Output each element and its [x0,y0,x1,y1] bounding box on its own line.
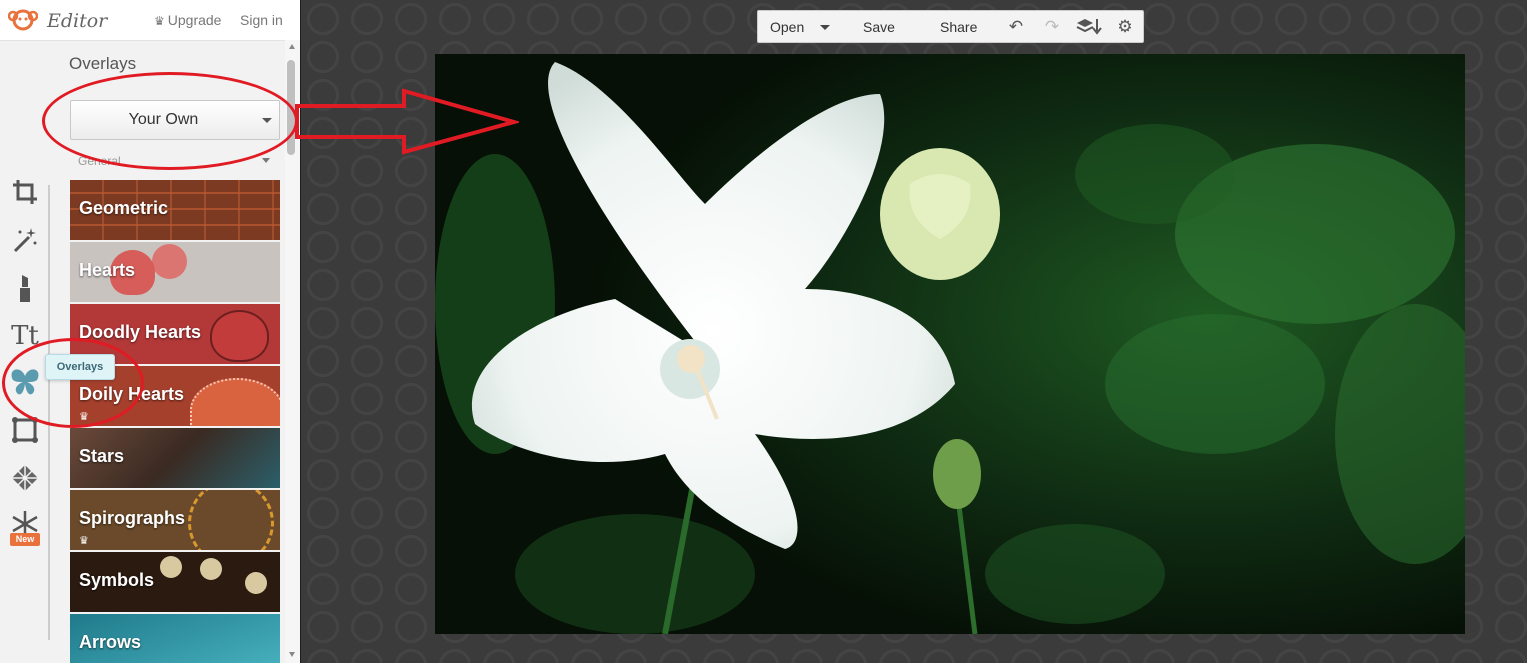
heart-shape [210,310,269,362]
top-bar: Editor ♛ Upgrade Sign in [0,0,300,41]
photo-canvas[interactable] [435,54,1465,634]
overlay-item[interactable]: Hearts [70,242,280,302]
effects-wand-icon[interactable] [9,224,41,256]
flower-photo [435,54,1465,634]
heart-shape [152,244,187,279]
typewriter-key-shape [245,572,267,594]
overlay-item[interactable]: Spirographs ♛ [70,490,280,550]
premium-crown-icon: ♛ [79,535,89,547]
redo-icon[interactable]: ↷ [1042,17,1062,37]
overlay-item-label: Geometric [79,198,169,218]
overlay-item-label: Arrows [79,632,142,652]
brand-title: Editor [47,10,108,32]
new-badge: New [10,533,40,546]
overlay-item[interactable]: Geometric [70,180,280,240]
overlay-item[interactable]: Arrows [70,614,280,663]
upgrade-link[interactable]: ♛ Upgrade [154,12,221,28]
overlay-item-label: Symbols [79,570,155,590]
highlight-circle [2,338,144,428]
overlay-item[interactable]: Stars [70,428,280,488]
scroll-up-arrow-icon[interactable] [289,44,295,49]
monkey-logo-icon[interactable] [8,8,38,32]
crown-icon: ♛ [154,14,165,28]
canvas-toolbar: Open Save Share ↶ ↷ ⚙ [757,10,1144,43]
open-button[interactable]: Open [770,19,804,35]
panel-title: Overlays [69,54,137,73]
highlight-circle [42,72,298,170]
save-button[interactable]: Save [863,19,895,35]
crop-icon[interactable] [9,176,41,208]
heart-shape [190,378,280,426]
undo-icon[interactable]: ↶ [1006,17,1026,37]
overlay-item-label: Hearts [79,260,136,280]
layers-icon[interactable] [1076,17,1102,37]
texture-icon[interactable] [9,462,41,494]
typewriter-key-shape [200,558,222,580]
chevron-down-icon [262,158,270,163]
touch-up-lipstick-icon[interactable] [9,272,41,304]
spirograph-shape [188,490,274,550]
overlay-item-label: Spirographs [79,508,186,528]
scroll-down-arrow-icon[interactable] [289,652,295,657]
settings-gear-icon[interactable]: ⚙ [1115,17,1135,37]
overlay-item[interactable]: Symbols [70,552,280,612]
open-dropdown-chevron-icon[interactable] [820,25,830,30]
typewriter-key-shape [160,556,182,578]
overlay-item-label: Stars [79,446,125,466]
sign-in-link[interactable]: Sign in [240,12,283,28]
red-arrow-annotation [295,88,519,155]
share-button[interactable]: Share [940,19,977,35]
upgrade-label: Upgrade [167,12,222,28]
